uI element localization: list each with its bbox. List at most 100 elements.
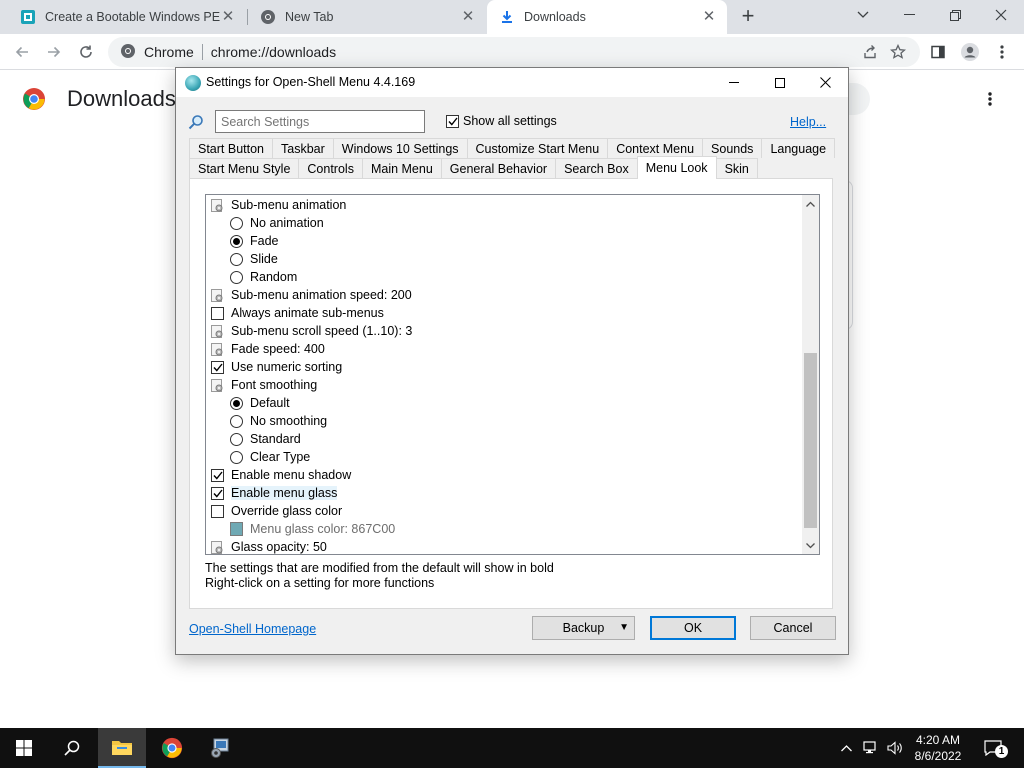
setting-fade-speed-400[interactable]: Fade speed: 400 (206, 340, 802, 358)
setting-standard[interactable]: Standard (206, 430, 802, 448)
taskbar-clock[interactable]: 4:20 AM 8/6/2022 (900, 732, 976, 764)
setting-use-numeric-sorting[interactable]: Use numeric sorting (206, 358, 802, 376)
tab-bootable-windows-pe[interactable]: Create a Bootable Windows PE D ✕ (8, 0, 246, 34)
close-icon[interactable]: ✕ (701, 9, 717, 25)
setting-menu-glass-color-867c00[interactable]: Menu glass color: 867C00 (206, 520, 802, 538)
radio-unselected[interactable] (230, 414, 243, 428)
close-icon[interactable]: ✕ (460, 9, 476, 25)
radio-unselected[interactable] (230, 450, 243, 464)
checkbox-unchecked[interactable] (211, 306, 224, 320)
tab-search-box[interactable]: Search Box (555, 158, 638, 178)
tab-customize-start-menu[interactable]: Customize Start Menu (466, 138, 609, 158)
settings-tree[interactable]: Sub-menu animation No animation Fade Slide R… (205, 194, 820, 555)
show-hidden-icons-button[interactable] (836, 728, 856, 768)
downloads-search-field[interactable] (846, 83, 870, 115)
setting-no-smoothing[interactable]: No smoothing (206, 412, 802, 430)
checkbox-checked[interactable] (211, 468, 224, 482)
setting-no-animation[interactable]: No animation (206, 214, 802, 232)
ok-button[interactable]: OK (650, 616, 736, 640)
tab-start-menu-style[interactable]: Start Menu Style (189, 158, 300, 178)
radio-selected[interactable] (230, 234, 243, 248)
forward-button[interactable] (40, 38, 68, 66)
open-shell-taskbar-button[interactable] (196, 728, 244, 768)
tab-main-menu[interactable]: Main Menu (361, 158, 442, 178)
file-explorer-taskbar-button[interactable] (98, 728, 146, 768)
tab-start-button[interactable]: Start Button (189, 138, 274, 158)
setting-default[interactable]: Default (206, 394, 802, 412)
setting-enable-menu-glass[interactable]: Enable menu glass (206, 484, 802, 502)
setting-label: Override glass color (231, 504, 343, 518)
new-tab-button[interactable]: + (737, 5, 759, 28)
setting-gear-icon (211, 378, 224, 392)
backup-button[interactable]: Backup ▼ (532, 616, 635, 640)
checkbox-checked[interactable] (446, 114, 459, 128)
scrollbar-thumb[interactable] (804, 353, 817, 528)
radio-unselected[interactable] (230, 252, 243, 266)
back-button[interactable] (8, 38, 36, 66)
radio-selected[interactable] (230, 396, 243, 410)
cancel-button[interactable]: Cancel (750, 616, 836, 640)
omnibox-url[interactable]: chrome://downloads (211, 44, 336, 60)
browser-menu-button[interactable] (988, 38, 1016, 66)
start-button[interactable] (0, 728, 48, 768)
setting-random[interactable]: Random (206, 268, 802, 286)
dialog-titlebar[interactable]: Settings for Open-Shell Menu 4.4.169 (176, 68, 848, 97)
dialog-maximize-button[interactable] (757, 68, 803, 97)
scroll-down-icon[interactable] (802, 537, 819, 554)
checkbox-checked[interactable] (211, 360, 224, 374)
dialog-close-button[interactable] (802, 68, 848, 97)
tab-menu-look[interactable]: Menu Look (636, 156, 717, 179)
color-swatch[interactable] (230, 522, 243, 536)
setting-font-smoothing[interactable]: Font smoothing (206, 376, 802, 394)
radio-unselected[interactable] (230, 216, 243, 230)
tab-windows-10-settings[interactable]: Windows 10 Settings (332, 138, 468, 158)
show-all-settings-checkbox[interactable]: Show all settings (446, 114, 557, 128)
restore-button[interactable] (932, 0, 978, 30)
setting-enable-menu-shadow[interactable]: Enable menu shadow (206, 466, 802, 484)
profile-button[interactable] (956, 38, 984, 66)
setting-sub-menu-scroll-speed-1-10-3[interactable]: Sub-menu scroll speed (1..10): 3 (206, 322, 802, 340)
setting-sub-menu-animation-speed-200[interactable]: Sub-menu animation speed: 200 (206, 286, 802, 304)
chrome-icon (161, 737, 183, 759)
close-window-button[interactable] (978, 0, 1024, 30)
tab-skin[interactable]: Skin (715, 158, 758, 178)
tab-taskbar[interactable]: Taskbar (272, 138, 334, 158)
chrome-taskbar-button[interactable] (148, 728, 196, 768)
tab-context-menu[interactable]: Context Menu (607, 138, 704, 158)
vertical-scrollbar[interactable] (802, 195, 819, 554)
open-shell-homepage-link[interactable]: Open-Shell Homepage (189, 622, 316, 636)
side-panel-button[interactable] (924, 38, 952, 66)
scroll-up-icon[interactable] (802, 195, 819, 212)
tab-downloads[interactable]: Downloads ✕ (487, 0, 727, 34)
share-button[interactable] (856, 38, 884, 66)
setting-fade[interactable]: Fade (206, 232, 802, 250)
search-settings-input[interactable] (215, 110, 425, 133)
setting-clear-type[interactable]: Clear Type (206, 448, 802, 466)
setting-glass-opacity-50[interactable]: Glass opacity: 50 (206, 538, 802, 554)
tab-controls[interactable]: Controls (298, 158, 363, 178)
checkbox-unchecked[interactable] (211, 504, 224, 518)
close-icon[interactable]: ✕ (220, 9, 236, 25)
taskbar-search-button[interactable] (48, 728, 96, 768)
setting-sub-menu-animation[interactable]: Sub-menu animation (206, 196, 802, 214)
help-link[interactable]: Help... (790, 115, 826, 129)
notification-center-button[interactable]: 1 (978, 734, 1008, 762)
tab-search-button[interactable] (840, 0, 886, 30)
checkbox-checked[interactable] (211, 486, 224, 500)
reload-button[interactable] (72, 38, 100, 66)
address-bar[interactable]: Chrome chrome://downloads (108, 37, 920, 67)
setting-override-glass-color[interactable]: Override glass color (206, 502, 802, 520)
bookmark-button[interactable] (884, 38, 912, 66)
network-tray-button[interactable] (860, 728, 882, 768)
minimize-button[interactable] (886, 0, 932, 30)
setting-slide[interactable]: Slide (206, 250, 802, 268)
tab-language[interactable]: Language (761, 138, 836, 158)
downloads-menu-button[interactable] (980, 85, 1000, 113)
setting-always-animate-sub-menus[interactable]: Always animate sub-menus (206, 304, 802, 322)
tab-general-behavior[interactable]: General Behavior (440, 158, 557, 178)
radio-unselected[interactable] (230, 270, 243, 284)
tab-new-tab[interactable]: New Tab ✕ (248, 0, 486, 34)
dialog-minimize-button[interactable] (711, 68, 757, 97)
radio-unselected[interactable] (230, 432, 243, 446)
tab-sounds[interactable]: Sounds (702, 138, 763, 158)
